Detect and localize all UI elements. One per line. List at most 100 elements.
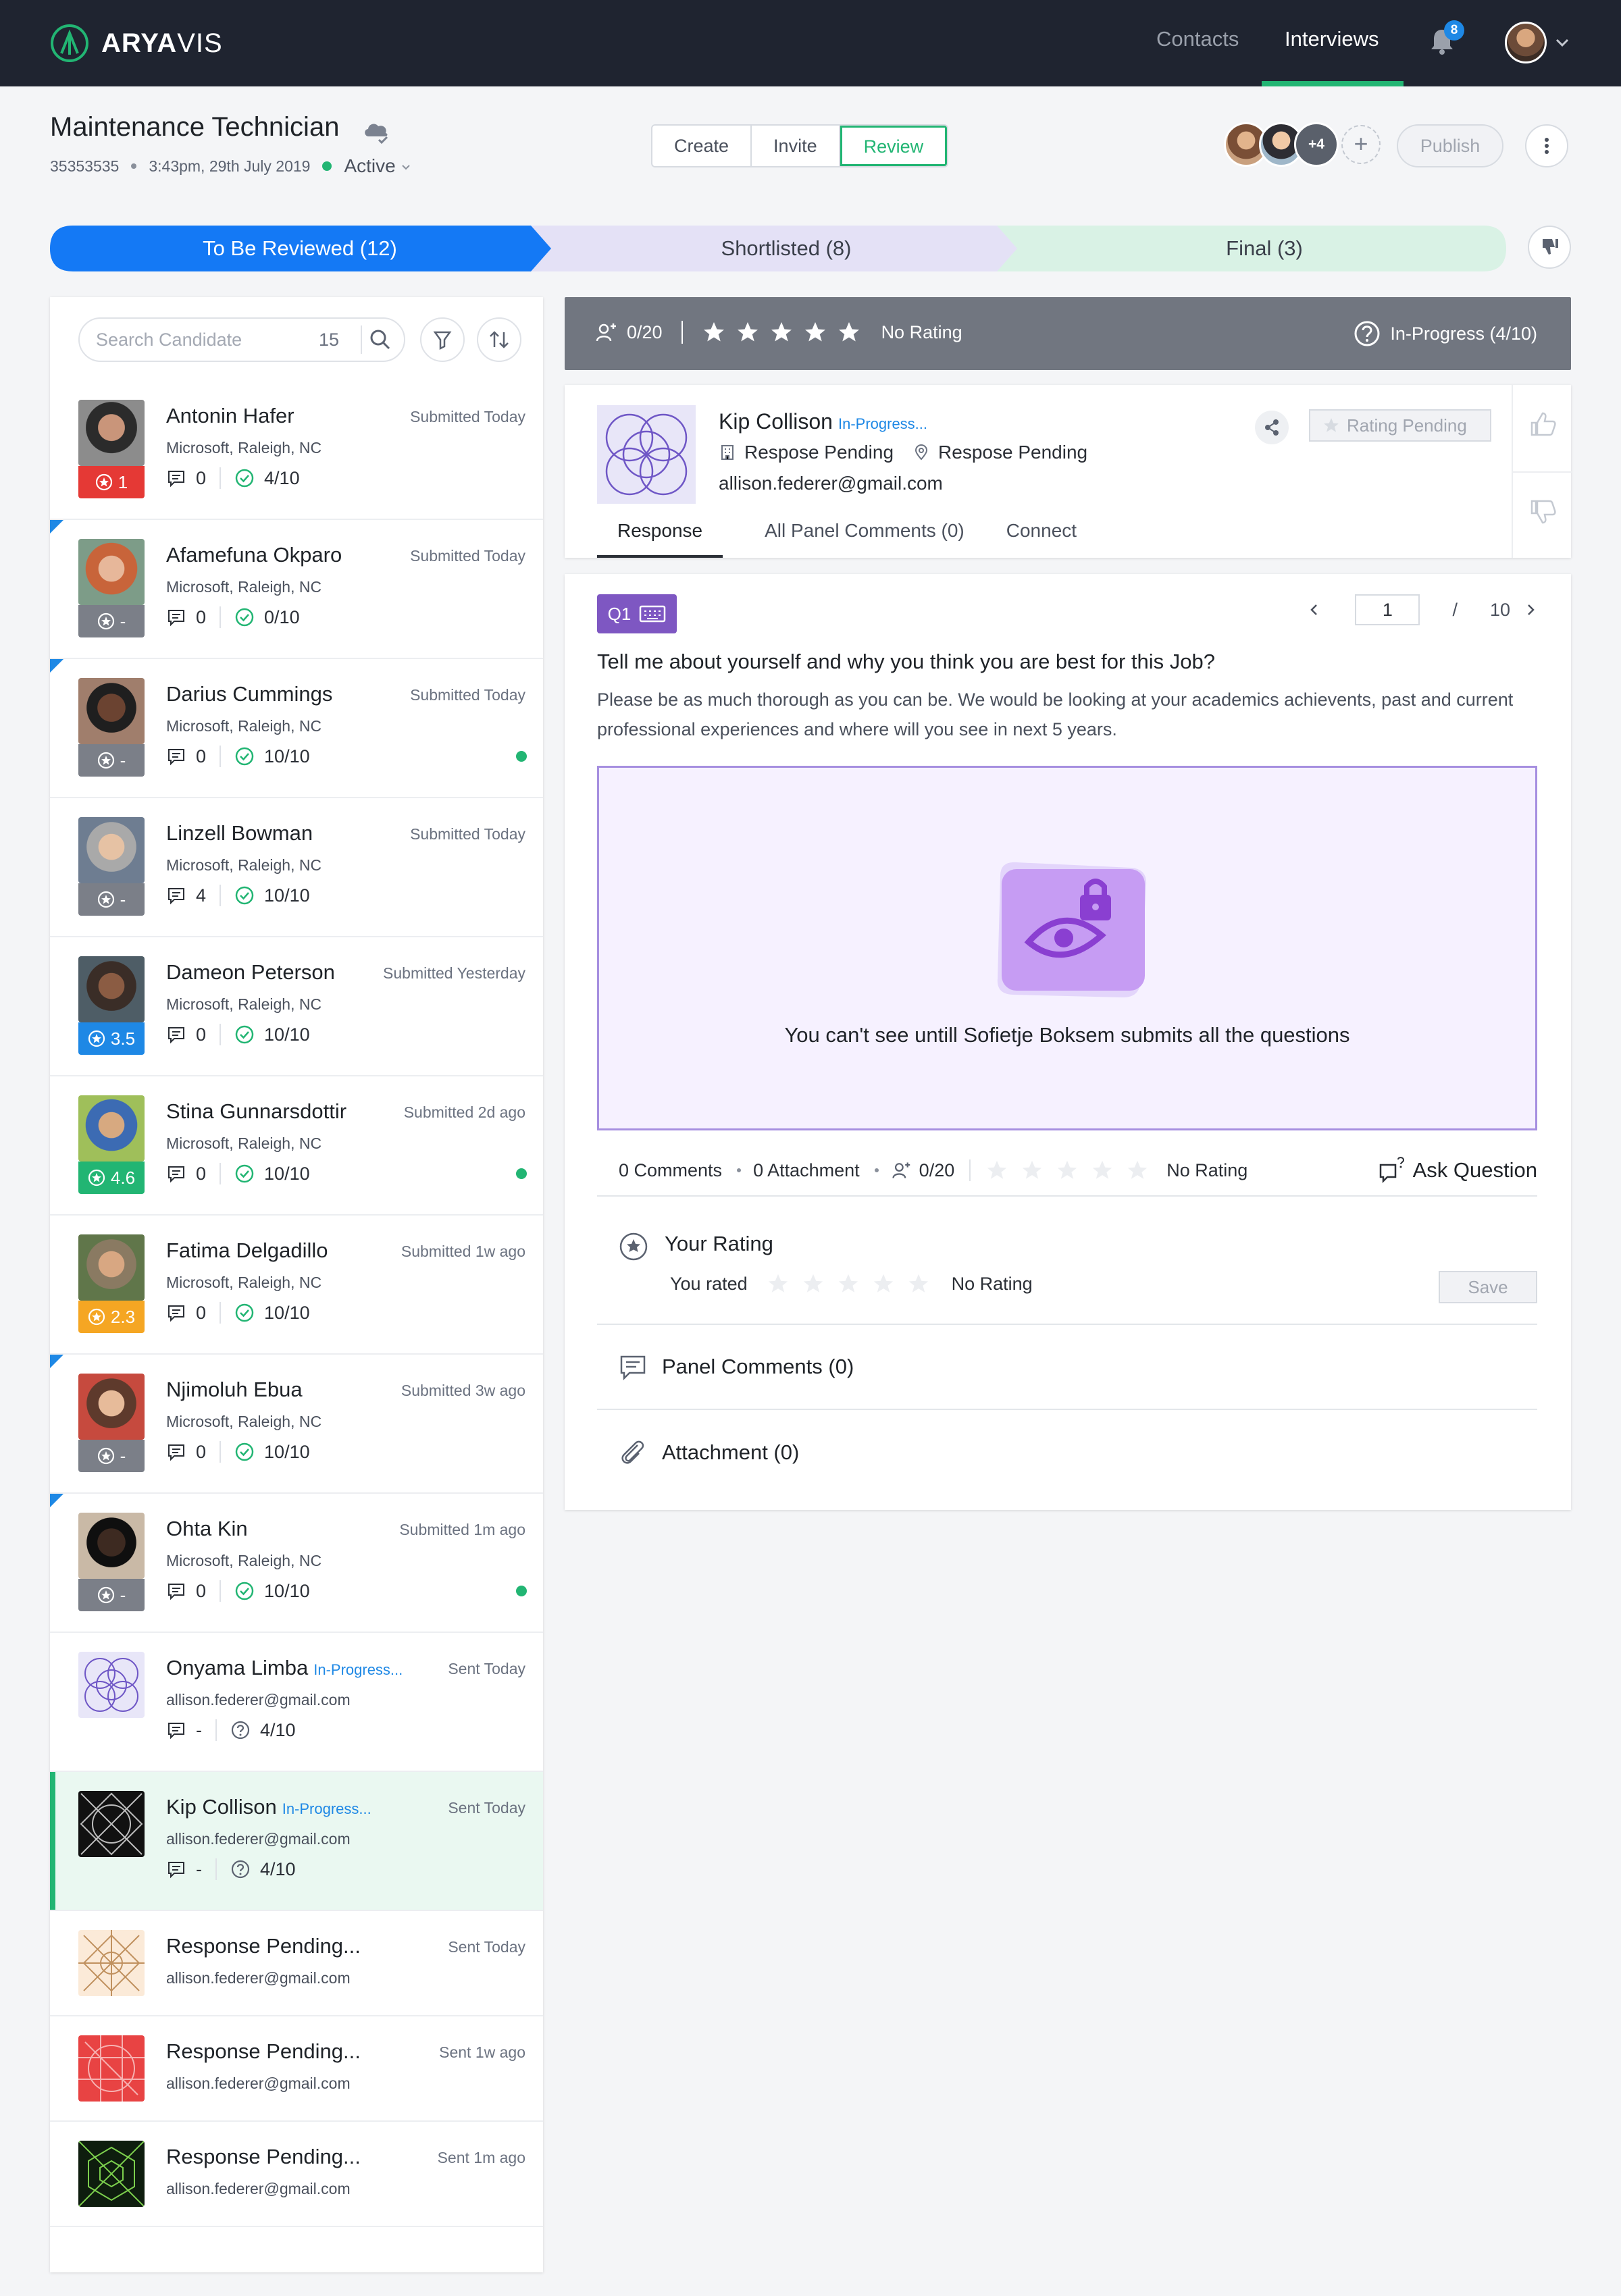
candidate-name: Stina Gunnarsdottir: [166, 1099, 347, 1123]
pending-row[interactable]: Response Pending... Sent 1m ago allison.fe…: [50, 2122, 543, 2227]
star-icon[interactable]: [803, 320, 827, 344]
your-rating-section: Your Rating You rated No Rating Save: [597, 1211, 1537, 1325]
candidate-name: Response Pending...: [166, 1934, 361, 1958]
chevron-left-icon[interactable]: [1306, 602, 1322, 618]
save-rating-button[interactable]: Save: [1439, 1271, 1537, 1303]
search-input[interactable]: [96, 329, 319, 350]
star-icon[interactable]: [837, 1272, 860, 1295]
tab-review[interactable]: Review: [840, 126, 948, 166]
stage-final[interactable]: Final (3): [1023, 226, 1506, 271]
comments-count[interactable]: 0 Comments: [619, 1160, 722, 1181]
stage-shortlisted[interactable]: Shortlisted (8): [550, 226, 1023, 271]
help-circle-icon[interactable]: [1354, 320, 1381, 347]
stage-to-be-reviewed[interactable]: To Be Reviewed (12): [50, 226, 550, 271]
sort-button[interactable]: [477, 317, 521, 362]
nav-interviews[interactable]: Interviews: [1285, 27, 1379, 51]
star-icon[interactable]: [1126, 1159, 1149, 1182]
team-members: +4 +: [1224, 122, 1381, 167]
raters-icon: [596, 323, 616, 342]
comment-icon: [168, 610, 184, 627]
candidate-name: Response Pending...: [166, 2145, 361, 2168]
star-icon[interactable]: [907, 1272, 930, 1295]
star-icon[interactable]: [736, 320, 760, 344]
candidate-row[interactable]: - Afamefuna Okparo Submitted Today Microsof…: [50, 520, 543, 659]
online-indicator: [516, 751, 527, 762]
tab-create[interactable]: Create: [652, 126, 752, 166]
candidate-name: Dameon Peterson: [166, 960, 335, 984]
candidate-row[interactable]: - Ohta Kin Submitted 1m ago Microsoft, Rale…: [50, 1494, 543, 1633]
user-avatar[interactable]: [1505, 22, 1547, 63]
pipeline-stages: To Be Reviewed (12) Shortlisted (8) Fina…: [50, 226, 1506, 271]
chevron-right-icon[interactable]: [1522, 602, 1539, 618]
candidate-photo: [78, 1095, 145, 1162]
tab-all-panel-comments[interactable]: All Panel Comments (0): [765, 511, 964, 558]
candidate-row[interactable]: 4.6 Stina Gunnarsdottir Submitted 2d ago Mi…: [50, 1076, 543, 1216]
check-circle-icon: [235, 608, 254, 627]
candidate-row[interactable]: - Njimoluh Ebua Submitted 3w ago Microsoft,…: [50, 1355, 543, 1494]
candidate-row[interactable]: - Linzell Bowman Submitted Today Microsoft,…: [50, 798, 543, 937]
answered-count: 4/10: [260, 1858, 296, 1879]
candidate-photo: [78, 1513, 145, 1579]
thumbs-up-icon[interactable]: [1528, 409, 1559, 440]
star-icon[interactable]: [702, 320, 726, 344]
thumbs-down-icon[interactable]: [1528, 496, 1559, 527]
rating-pending-button[interactable]: Rating Pending: [1309, 409, 1491, 442]
tab-invite[interactable]: Invite: [752, 126, 840, 166]
sort-icon: [490, 331, 509, 348]
star-icon[interactable]: [1021, 1159, 1044, 1182]
job-status-dropdown[interactable]: Active: [344, 155, 411, 177]
check-circle-icon: [235, 1442, 254, 1461]
reject-button[interactable]: [1528, 226, 1571, 269]
comment-icon: [168, 1027, 184, 1044]
nav-contacts[interactable]: Contacts: [1156, 27, 1239, 51]
candidate-row[interactable]: 2.3 Fatima Delgadillo Submitted 1w ago Micr…: [50, 1216, 543, 1355]
candidate-name: Fatima Delgadillo: [166, 1238, 328, 1262]
locked-message: You can't see untill Sofietje Boksem sub…: [784, 1023, 1350, 1047]
star-icon[interactable]: [767, 1272, 790, 1295]
star-icon[interactable]: [872, 1272, 895, 1295]
candidate-row[interactable]: 1 Antonin Hafer Submitted Today Microsoft, …: [50, 381, 543, 520]
candidate-photo: [78, 400, 145, 466]
candidate-list-panel: 15 1 Antonin Hafer Submitted Today Microsof…: [50, 297, 543, 2272]
answered-count: 10/10: [264, 746, 310, 766]
candidate-name: Linzell Bowman: [166, 821, 313, 845]
star-icon[interactable]: [802, 1272, 825, 1295]
more-options-button[interactable]: [1525, 124, 1568, 167]
panel-comments-section[interactable]: Panel Comments (0): [597, 1325, 1537, 1410]
tab-response[interactable]: Response: [597, 511, 723, 558]
comment-count: 4: [196, 885, 207, 906]
candidate-company: Microsoft, Raleigh, NC: [166, 1274, 322, 1291]
ask-question-button[interactable]: Ask Question: [1378, 1157, 1537, 1184]
candidate-row[interactable]: Onyama Limba In-Progress... Sent Today alli…: [50, 1633, 543, 1772]
logo[interactable]: ARYAVIS: [50, 23, 223, 63]
filter-button[interactable]: [420, 317, 465, 362]
star-icon[interactable]: [837, 320, 861, 344]
star-icon[interactable]: [769, 320, 794, 344]
online-indicator: [516, 1168, 527, 1179]
online-indicator: [516, 1586, 527, 1596]
star-icon[interactable]: [1056, 1159, 1079, 1182]
attachment-section[interactable]: Attachment (0): [597, 1410, 1537, 1495]
publish-button[interactable]: Publish: [1397, 124, 1503, 167]
candidate-row[interactable]: 3.5 Dameon Peterson Submitted Yesterday Mic…: [50, 937, 543, 1076]
pending-row[interactable]: Response Pending... Sent 1w ago allison.fe…: [50, 2016, 543, 2122]
page-input[interactable]: 1: [1355, 594, 1420, 625]
star-icon[interactable]: [985, 1159, 1008, 1182]
search-icon[interactable]: [369, 328, 392, 351]
tab-connect[interactable]: Connect: [1006, 511, 1077, 558]
star-icon[interactable]: [1091, 1159, 1114, 1182]
check-circle-icon: [235, 1303, 254, 1322]
check-circle-icon: [235, 1164, 254, 1183]
pending-row[interactable]: Response Pending... Sent Today allison.fed…: [50, 1911, 543, 2016]
comment-icon: [168, 1862, 184, 1879]
star-circle-icon: [88, 1030, 105, 1047]
chevron-down-icon[interactable]: [1553, 34, 1571, 51]
share-button[interactable]: [1255, 411, 1289, 444]
candidate-tabs: Response All Panel Comments (0) Connect: [597, 511, 1077, 558]
more-members-badge[interactable]: +4: [1294, 122, 1339, 167]
cloud-icon[interactable]: [361, 116, 393, 146]
add-member-button[interactable]: +: [1341, 125, 1381, 164]
attachment-count[interactable]: 0 Attachment: [753, 1160, 860, 1181]
candidate-row-selected[interactable]: Kip Collison In-Progress... Sent Today alli…: [50, 1772, 543, 1911]
candidate-row[interactable]: - Darius Cummings Submitted Today Microsoft…: [50, 659, 543, 798]
